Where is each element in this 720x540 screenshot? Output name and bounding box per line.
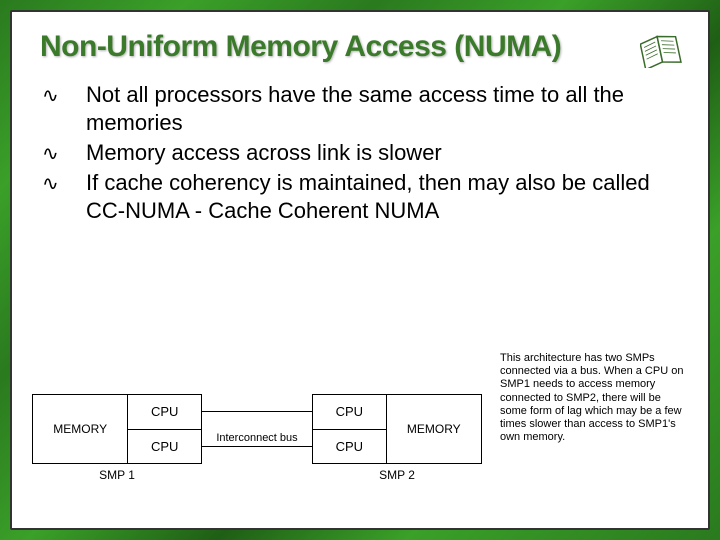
smp1-row: MEMORY CPU CPU: [32, 394, 202, 464]
bullet-glyph-icon: ∿: [64, 142, 86, 167]
smp2-cpu-top: CPU: [313, 395, 386, 429]
bullet-glyph-icon: ∿: [64, 84, 86, 109]
smp1-memory: MEMORY: [33, 395, 128, 463]
smp2-row: CPU CPU MEMORY: [312, 394, 482, 464]
smp2-cpu-column: CPU CPU: [313, 395, 386, 463]
bullet-item: ∿Memory access across link is slower: [64, 139, 680, 167]
smp1-cpu-top: CPU: [128, 395, 201, 429]
bullet-item: ∿Not all processors have the same access…: [64, 81, 680, 137]
smp1-block: MEMORY CPU CPU SMP 1: [32, 394, 202, 482]
side-note: This architecture has two SMPs connected…: [500, 352, 690, 444]
bullet-glyph-icon: ∿: [64, 172, 86, 197]
slide-title: Non-Uniform Memory Access (NUMA): [40, 30, 680, 63]
bullet-text: If cache coherency is maintained, then m…: [86, 170, 650, 223]
bus-label: Interconnect bus: [202, 432, 312, 444]
smp2-block: CPU CPU MEMORY SMP 2: [312, 394, 482, 482]
smp2-cpu-bottom: CPU: [313, 429, 386, 464]
bullet-text: Not all processors have the same access …: [86, 82, 624, 135]
smp1-cpu-column: CPU CPU: [128, 395, 201, 463]
smp2-memory: MEMORY: [386, 395, 481, 463]
smp2-label: SMP 2: [312, 468, 482, 482]
bus-line-top: [202, 411, 312, 412]
bullet-text: Memory access across link is slower: [86, 140, 442, 165]
bus-line-bottom: [202, 446, 312, 447]
numa-diagram: MEMORY CPU CPU SMP 1 Interconnect bus CP…: [32, 394, 482, 514]
bullet-list: ∿Not all processors have the same access…: [40, 81, 680, 224]
slide-background: Non-Uniform Memory Access (NUMA) ∿Not al…: [0, 0, 720, 540]
book-icon: [640, 32, 682, 68]
bullet-item: ∿If cache coherency is maintained, then …: [64, 169, 680, 225]
slide-body: Non-Uniform Memory Access (NUMA) ∿Not al…: [10, 10, 710, 530]
smp1-label: SMP 1: [32, 468, 202, 482]
smp1-cpu-bottom: CPU: [128, 429, 201, 464]
